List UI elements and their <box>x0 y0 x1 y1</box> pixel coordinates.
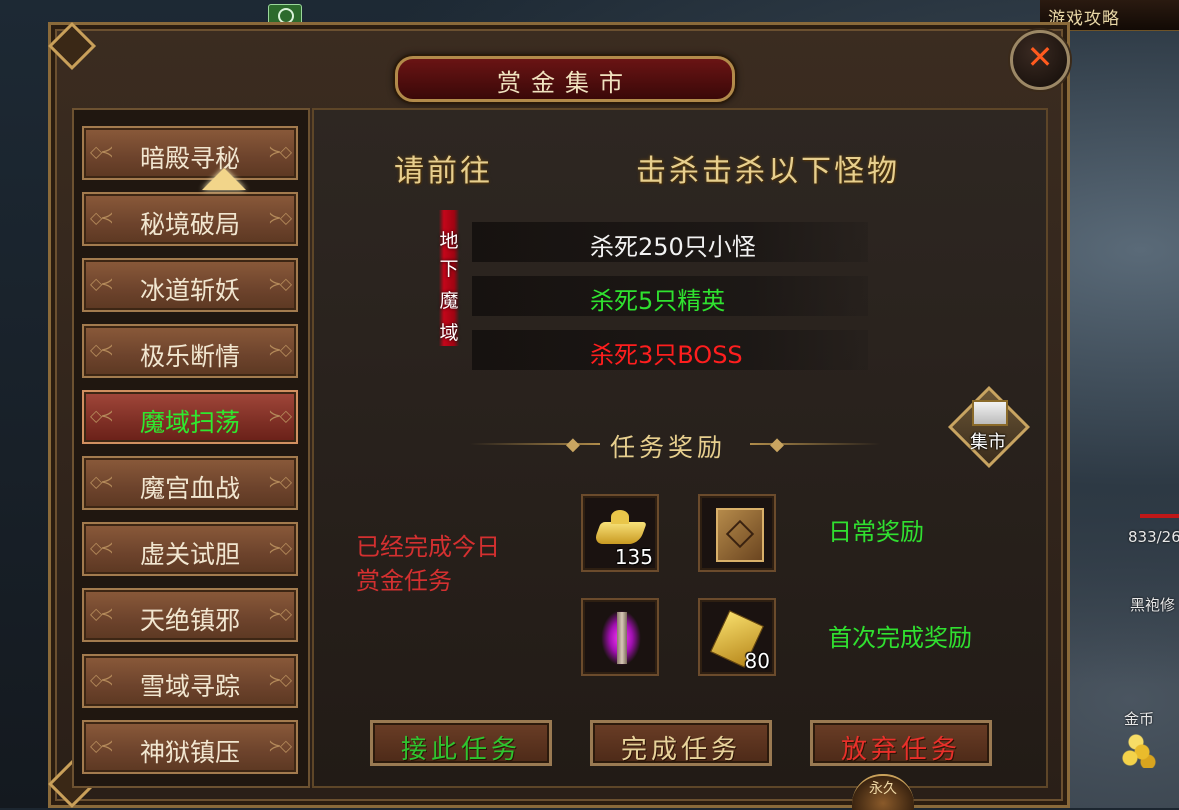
market-stall-icon <box>972 400 1008 426</box>
sidebar-item-label: 暗殿寻秘 <box>139 144 240 173</box>
reward-slot-gold-ingot[interactable]: 135 <box>581 494 659 572</box>
complete-task-label: 完成任务 <box>620 735 741 765</box>
item-count: 135 <box>614 545 653 569</box>
close-button[interactable]: ✕ <box>1010 30 1070 90</box>
sidebar-item-7[interactable]: 虚关试胆 <box>82 522 298 576</box>
task-label: 杀死3只BOSS <box>590 341 743 369</box>
gold-label: 金币 <box>1124 710 1155 728</box>
purple-pillar-icon <box>617 612 627 664</box>
sidebar-item-10[interactable]: 神狱镇压 <box>82 720 298 774</box>
sidebar-item-9[interactable]: 雪域寻踪 <box>82 654 298 708</box>
task-label: 杀死5只精英 <box>590 287 726 315</box>
status-line-2: 赏金任务 <box>356 567 452 595</box>
close-icon: ✕ <box>1026 38 1054 76</box>
objective-heading: 击杀击杀以下怪物 <box>636 154 900 189</box>
task-row-bosses: 杀死3只BOSS <box>472 330 868 370</box>
forever-badge-label: 永久 <box>869 781 897 797</box>
task-label: 杀死250只小怪 <box>590 233 756 261</box>
accept-task-label: 接此任务 <box>400 735 521 765</box>
reward-slot-chest[interactable] <box>698 494 776 572</box>
enemy-hp-bar <box>1140 514 1179 518</box>
reward-slot-scroll[interactable]: 80 <box>698 598 776 676</box>
market-button-label: 集市 <box>970 432 1006 453</box>
sidebar-item-label: 冰道斩妖 <box>139 276 240 305</box>
sidebar-item-label: 极乐断情 <box>139 342 240 371</box>
location-tag: 地 下 魔 域 <box>432 210 466 346</box>
daily-reward-label: 日常奖励 <box>828 518 924 546</box>
sidebar-item-label: 魔域扫荡 <box>139 408 240 437</box>
hp-readout: 833/26 <box>1128 528 1179 546</box>
gold-ingot-icon <box>592 522 648 544</box>
divider-ornament-icon: ◆ <box>770 434 784 455</box>
sidebar-item-label: 神狱镇压 <box>139 738 240 767</box>
reward-slot-pillar[interactable] <box>581 598 659 676</box>
task-row-elites: 杀死5只精英 <box>472 276 868 316</box>
accept-task-button[interactable]: 接此任务 <box>370 720 552 766</box>
abandon-task-label: 放弃任务 <box>840 735 961 765</box>
location-char: 下 <box>439 258 459 280</box>
sidebar-item-label: 雪域寻踪 <box>139 672 240 701</box>
location-char: 域 <box>439 322 459 344</box>
market-frame-icon <box>947 385 1031 469</box>
sidebar-item-label: 虚关试胆 <box>139 540 240 569</box>
gold-ingot-top <box>611 510 629 524</box>
gold-coins-icon[interactable] <box>1118 730 1158 768</box>
sidebar-item-2[interactable]: 秘境破局 <box>82 192 298 246</box>
reward-title: 任务奖励 <box>610 433 727 462</box>
sidebar-item-3[interactable]: 冰道斩妖 <box>82 258 298 312</box>
divider-ornament-icon: ◆ <box>566 434 580 455</box>
sidebar-item-label: 秘境破局 <box>139 210 240 239</box>
selection-arrow-icon <box>202 168 246 190</box>
npc-name[interactable]: 黑袍修 <box>1130 594 1175 615</box>
window-title: 赏金集市 <box>497 69 633 97</box>
first-reward-label: 首次完成奖励 <box>828 624 972 652</box>
forever-badge: 永久 <box>852 774 914 810</box>
location-char: 地 <box>439 230 459 252</box>
corner-ornament-icon <box>47 21 97 71</box>
status-line-1: 已经完成今日 <box>356 533 500 561</box>
sidebar-item-4[interactable]: 极乐断情 <box>82 324 298 378</box>
sidebar-item-1[interactable]: 暗殿寻秘 <box>82 126 298 180</box>
market-button[interactable]: 集市 <box>947 385 1031 469</box>
sidebar-item-5-active[interactable]: 魔域扫荡 <box>82 390 298 444</box>
task-row-minions: 杀死250只小怪 <box>472 222 868 262</box>
sidebar-item-label: 天绝镇邪 <box>139 606 240 635</box>
sidebar-item-label: 魔宫血战 <box>139 474 240 503</box>
goto-heading: 请前往 <box>394 154 493 189</box>
location-char: 魔 <box>439 290 459 312</box>
complete-task-button[interactable]: 完成任务 <box>590 720 772 766</box>
sidebar-item-8[interactable]: 天绝镇邪 <box>82 588 298 642</box>
abandon-task-button[interactable]: 放弃任务 <box>810 720 992 766</box>
item-count: 80 <box>744 649 770 673</box>
sidebar-item-6[interactable]: 魔宫血战 <box>82 456 298 510</box>
window-title-plate: 赏金集市 <box>395 56 735 102</box>
